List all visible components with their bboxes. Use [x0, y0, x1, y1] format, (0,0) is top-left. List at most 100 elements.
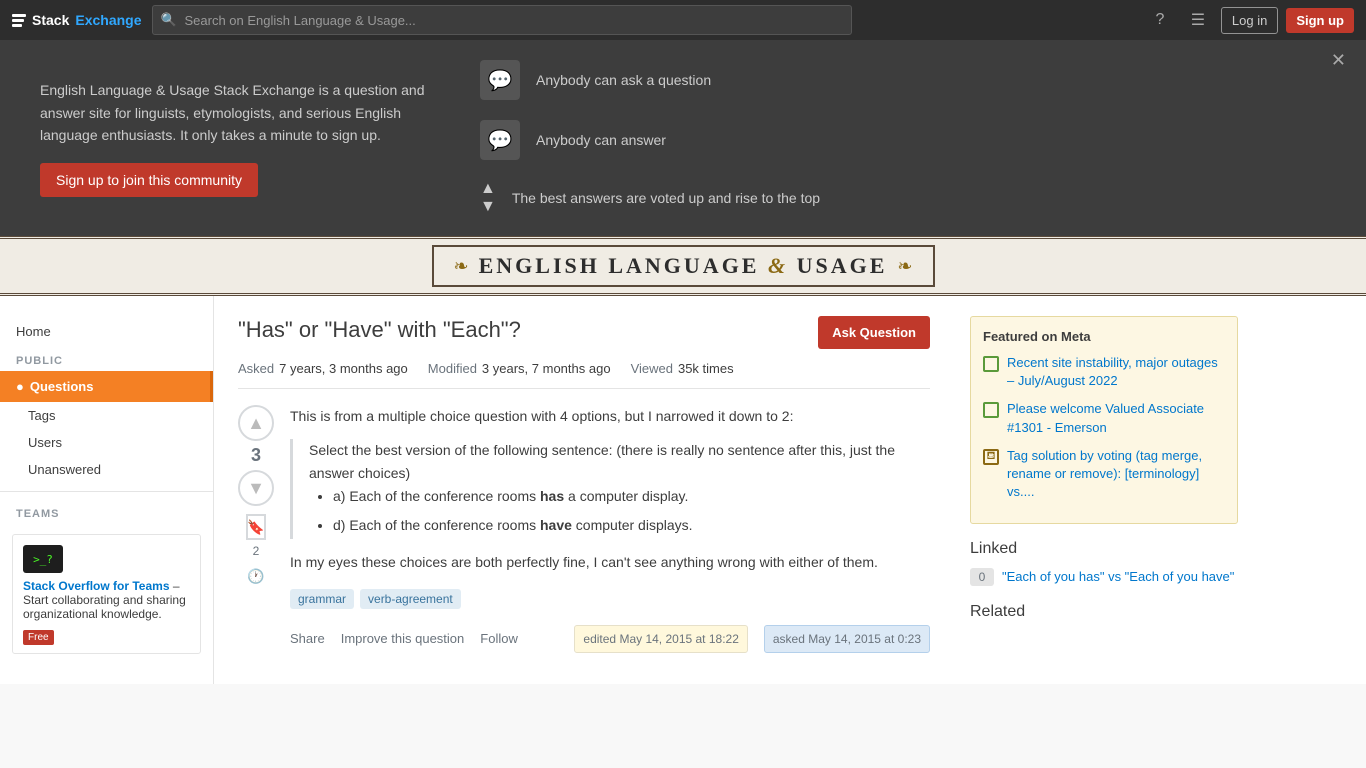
list-item-d-prefix: d) Each of the conference rooms — [333, 517, 540, 533]
asked-date: May 14, 2015 at 0:23 — [808, 632, 921, 646]
question-meta: Asked 7 years, 3 months ago Modified 3 y… — [238, 361, 930, 389]
signup-button[interactable]: Sign up — [1286, 8, 1354, 33]
feature-voted-label: The best answers are voted up and rise t… — [512, 190, 820, 206]
linked-link-1[interactable]: "Each of you has" vs "Each of you have" — [1002, 568, 1234, 586]
feature-answer-label: Anybody can answer — [536, 132, 666, 148]
list-item-a: a) Each of the conference rooms has a co… — [333, 484, 930, 509]
ask-icon: 💬 — [480, 60, 520, 100]
meta-viewed-value: 35k times — [678, 361, 734, 376]
question-content: This is from a multiple choice question … — [290, 405, 930, 653]
edited-label: edited — [583, 632, 616, 646]
question-footer: Share Improve this question Follow edite… — [290, 625, 930, 653]
answer-icon: 💬 — [480, 120, 520, 160]
featured-meta-box: Featured on Meta Recent site instability… — [970, 316, 1238, 524]
search-input[interactable] — [152, 5, 852, 35]
meta-link-item-2: Please welcome Valued Associate #1301 - … — [983, 400, 1225, 436]
hero-description: English Language & Usage Stack Exchange … — [40, 79, 440, 146]
search-container: 🔍 — [152, 5, 852, 35]
login-button[interactable]: Log in — [1221, 7, 1278, 34]
site-header: ❧ ENGLISH LANGUAGE & USAGE ❧ — [0, 236, 1366, 296]
site-title: ENGLISH LANGUAGE & USAGE — [479, 253, 888, 279]
meta-link-icon-2 — [983, 402, 999, 418]
question-list: a) Each of the conference rooms has a co… — [309, 484, 930, 538]
follow-link[interactable]: Follow — [480, 631, 518, 646]
hero-features: 💬 Anybody can ask a question 💬 Anybody c… — [480, 60, 820, 216]
question-blockquote: Select the best version of the following… — [290, 439, 930, 538]
featured-meta-title: Featured on Meta — [983, 329, 1225, 344]
hero-text-block: English Language & Usage Stack Exchange … — [40, 79, 440, 196]
help-icon[interactable]: ? — [1145, 5, 1175, 35]
linked-item-1: 0 "Each of you has" vs "Each of you have… — [970, 568, 1238, 586]
vote-count: 3 — [251, 445, 261, 466]
history-button[interactable]: 🕐 — [246, 566, 266, 586]
meta-link-icon-1 — [983, 356, 999, 372]
edited-date: May 14, 2015 at 18:22 — [619, 632, 738, 646]
vote-column: ▲ 3 ▼ 🔖 2 🕐 — [238, 405, 274, 653]
teams-link[interactable]: Stack Overflow for Teams — [23, 579, 170, 593]
teams-desc: Start collaborating and sharing organiza… — [23, 593, 186, 621]
meta-link-icon-3: ⛾ — [983, 449, 999, 465]
sidebar-item-questions[interactable]: ●Questions — [0, 371, 213, 402]
vote-up-button[interactable]: ▲ — [238, 405, 274, 441]
meta-link-text-3[interactable]: Tag solution by voting (tag merge, renam… — [1007, 447, 1225, 502]
sidebar-section-public: PUBLIC — [0, 347, 213, 371]
list-item-d-suffix: computer displays. — [572, 517, 693, 533]
sidebar-item-tags[interactable]: Tags — [0, 402, 213, 429]
site-logo[interactable]: StackExchange — [12, 12, 142, 28]
vote-down-button[interactable]: ▼ — [238, 470, 274, 506]
search-icon: 🔍 — [161, 12, 177, 28]
feature-answer: 💬 Anybody can answer — [480, 120, 820, 160]
meta-asked-label: Asked — [238, 361, 274, 376]
title-deco-right: ❧ — [897, 256, 912, 277]
blockquote-text: Select the best version of the following… — [309, 439, 930, 484]
teams-badge-row: Free — [23, 629, 190, 643]
site-title-ampersand: & — [768, 253, 797, 278]
title-deco-left: ❧ — [454, 256, 469, 277]
question-body-conclusion: In my eyes these choices are both perfec… — [290, 551, 930, 573]
linked-section-title: Linked — [970, 540, 1238, 558]
tag-grammar[interactable]: grammar — [290, 589, 354, 609]
sidebar-section-teams: TEAMS — [0, 500, 213, 524]
tags-row: grammar verb-agreement — [290, 589, 930, 609]
bookmark-button[interactable]: 🔖 — [246, 514, 266, 540]
right-sidebar: Featured on Meta Recent site instability… — [954, 296, 1254, 684]
meta-link-text-2[interactable]: Please welcome Valued Associate #1301 - … — [1007, 400, 1225, 436]
question-title: "Has" or "Have" with "Each"? — [238, 316, 521, 345]
meta-link-item-3: ⛾ Tag solution by voting (tag merge, ren… — [983, 447, 1225, 502]
question-body-intro: This is from a multiple choice question … — [290, 405, 930, 427]
meta-link-item-1: Recent site instability, major outages –… — [983, 354, 1225, 390]
asked-label: asked — [773, 632, 805, 646]
site-title-part2: USAGE — [797, 253, 888, 278]
logo-icon — [12, 14, 26, 27]
related-section-title: Related — [970, 603, 1238, 621]
meta-modified-label: Modified — [428, 361, 477, 376]
sidebar-item-unanswered[interactable]: Unanswered — [0, 456, 213, 483]
main-layout: Home PUBLIC ●Questions Tags Users Unansw… — [0, 296, 1366, 684]
teams-terminal-icon: >_? — [23, 545, 63, 573]
meta-modified: Modified 3 years, 7 months ago — [428, 361, 611, 376]
teams-badge: Free — [23, 630, 54, 645]
improve-link[interactable]: Improve this question — [341, 631, 465, 646]
site-title-box: ❧ ENGLISH LANGUAGE & USAGE ❧ — [432, 245, 935, 287]
meta-link-text-1[interactable]: Recent site instability, major outages –… — [1007, 354, 1225, 390]
list-item-d: d) Each of the conference rooms have com… — [333, 513, 930, 538]
list-item-a-bold: has — [540, 488, 564, 504]
sidebar-item-users[interactable]: Users — [0, 429, 213, 456]
ask-question-button[interactable]: Ask Question — [818, 316, 930, 349]
meta-viewed-label: Viewed — [631, 361, 673, 376]
close-banner-button[interactable]: ✕ — [1331, 50, 1346, 71]
feature-ask-label: Anybody can ask a question — [536, 72, 711, 88]
tag-verb-agreement[interactable]: verb-agreement — [360, 589, 461, 609]
meta-asked: Asked 7 years, 3 months ago — [238, 361, 408, 376]
sidebar-item-home[interactable]: Home — [0, 316, 213, 347]
list-item-a-suffix: a computer display. — [564, 488, 688, 504]
logo-text-exchange: Exchange — [75, 12, 141, 28]
site-title-part1: ENGLISH LANGUAGE — [479, 253, 760, 278]
question-header: "Has" or "Have" with "Each"? Ask Questio… — [238, 316, 930, 349]
share-link[interactable]: Share — [290, 631, 325, 646]
meta-viewed: Viewed 35k times — [631, 361, 734, 376]
join-community-button[interactable]: Sign up to join this community — [40, 163, 258, 197]
top-navigation: StackExchange 🔍 ? ☰ Log in Sign up — [0, 0, 1366, 40]
inbox-icon[interactable]: ☰ — [1183, 5, 1213, 35]
feature-voted: ▲ ▼ The best answers are voted up and ri… — [480, 180, 820, 216]
